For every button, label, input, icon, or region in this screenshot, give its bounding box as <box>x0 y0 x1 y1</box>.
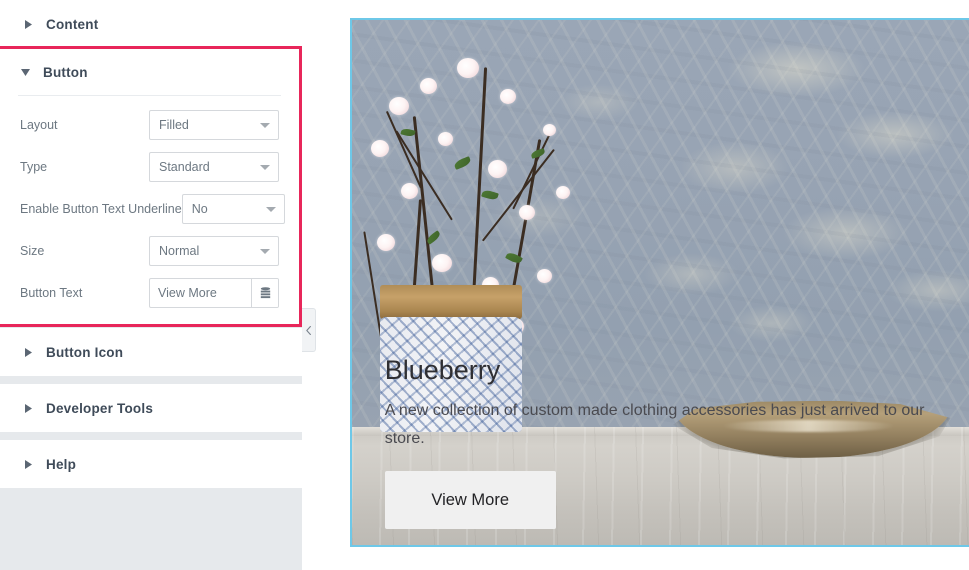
blossom <box>456 57 479 78</box>
blossom <box>537 268 553 283</box>
button-text-input[interactable] <box>150 279 251 307</box>
section-title-help: Help <box>46 456 77 472</box>
layout-select-value: Filled <box>159 118 189 132</box>
chevron-right-icon <box>22 458 34 470</box>
underline-select[interactable]: No <box>181 194 285 224</box>
blossom <box>500 89 517 104</box>
chevron-down-icon <box>265 207 276 212</box>
hero-overlay-content: Blueberry A new collection of custom mad… <box>384 354 953 530</box>
app-root: Content Button Icon Developer Tools Help… <box>0 0 969 570</box>
chevron-left-icon <box>306 325 311 335</box>
preview-section[interactable]: Blueberry A new collection of custom mad… <box>350 18 969 547</box>
label-enable-button-text-underline: Enable Button Text Underline <box>20 202 182 216</box>
sidebar-item-developer-tools[interactable]: Developer Tools <box>0 384 302 432</box>
size-select[interactable]: Normal <box>149 236 279 266</box>
chevron-right-icon <box>22 18 34 30</box>
panel-collapse-handle[interactable] <box>302 308 316 352</box>
vase-rim <box>379 285 522 320</box>
section-title-button: Button <box>43 64 88 80</box>
sidebar-item-content[interactable]: Content <box>0 0 302 48</box>
blossom <box>389 96 410 115</box>
blossom <box>555 185 570 199</box>
field-row-button-text: Button Text <box>20 278 279 308</box>
section-title-content: Content <box>46 16 99 32</box>
field-row-underline: Enable Button Text Underline No <box>20 194 285 224</box>
field-control-size: Normal <box>149 236 279 266</box>
label-button-text: Button Text <box>20 286 83 300</box>
blossom <box>370 139 389 157</box>
hero-body-text: A new collection of custom made clothing… <box>384 402 925 448</box>
chevron-down-icon <box>260 123 270 128</box>
field-row-size: Size Normal <box>20 236 279 266</box>
field-control-layout: Filled <box>149 110 279 140</box>
chevron-right-icon <box>22 346 34 358</box>
label-size: Size <box>20 244 45 258</box>
chevron-down-icon <box>260 165 270 170</box>
button-settings-fields: Layout Filled Type Standard Enable Butto… <box>0 96 299 324</box>
blossom <box>543 123 557 136</box>
layout-select[interactable]: Filled <box>149 110 279 140</box>
field-row-type: Type Standard <box>20 152 279 182</box>
blossom <box>419 77 437 94</box>
label-type: Type <box>20 160 48 174</box>
field-control-type: Standard <box>149 152 279 182</box>
accordion-section-button: Button Layout Filled Type Standard Enabl… <box>0 46 302 327</box>
chevron-down-icon <box>260 249 270 254</box>
accordion-section-help: Help <box>0 439 302 489</box>
type-select[interactable]: Standard <box>149 152 279 182</box>
accordion-section-content: Content <box>0 0 302 49</box>
hero-view-more-button[interactable]: View More <box>384 471 556 530</box>
accordion-section-button-icon: Button Icon <box>0 327 302 377</box>
accordion-section-developer-tools: Developer Tools <box>0 383 302 433</box>
sidebar-item-button-icon[interactable]: Button Icon <box>0 328 302 376</box>
section-title-button-icon: Button Icon <box>46 344 124 360</box>
chevron-right-icon <box>22 402 34 414</box>
settings-panel: Content Button Icon Developer Tools Help… <box>0 0 316 570</box>
blossom <box>518 204 535 220</box>
chevron-down-icon <box>19 66 31 78</box>
sidebar-item-help[interactable]: Help <box>0 440 302 488</box>
blossom <box>401 182 419 199</box>
sidebar-item-button[interactable]: Button <box>0 49 299 95</box>
section-title-developer-tools: Developer Tools <box>46 400 154 416</box>
button-text-field-wrapper <box>149 278 279 308</box>
preview-canvas: Blueberry A new collection of custom mad… <box>302 0 969 570</box>
size-select-value: Normal <box>159 244 200 258</box>
blossom <box>376 234 395 251</box>
label-layout: Layout <box>20 118 58 132</box>
field-control-underline: No <box>181 194 285 224</box>
blossom <box>487 159 507 178</box>
hero-heading: Blueberry <box>384 354 501 385</box>
field-control-button-text <box>149 278 279 308</box>
field-row-layout: Layout Filled <box>20 110 279 140</box>
underline-select-value: No <box>191 202 208 216</box>
type-select-value: Standard <box>159 160 210 174</box>
database-icon[interactable] <box>251 279 278 307</box>
